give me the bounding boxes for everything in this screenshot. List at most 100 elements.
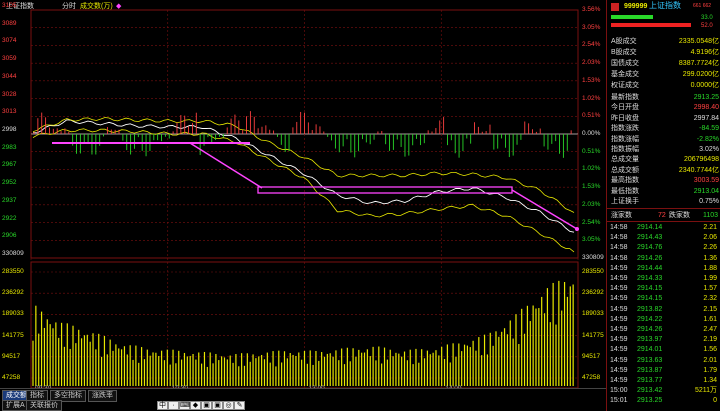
tick-volume: 2.47 [703,326,717,333]
ime-chinese-icon[interactable]: 中 [157,401,168,410]
price-tick-label: 330809 [2,250,24,257]
price-line [32,119,575,233]
breakdown-value: 0.0000亿 [690,82,719,89]
volume-tick-label-right: 141775 [582,331,604,339]
tick-time: 14:59 [610,264,628,272]
tick-row[interactable]: 14:59 2913.77 1.34 [607,375,720,385]
extension-tab[interactable]: 扩展A [2,400,29,411]
tick-price: 2914.33 [637,275,663,282]
pen-icon[interactable]: ✎ [234,401,245,410]
indicator-label[interactable]: 成交数(万) [80,3,113,10]
tick-time: 14:59 [610,295,628,303]
volume-tick-label: 47258 [2,374,21,381]
dot-icon[interactable]: · [168,401,179,410]
tick-price: 2913.97 [637,336,663,344]
info-panel: 999999 上证指数 661 662 33.0 52.0 A股成交 2335.0… [606,0,720,411]
tick-volume: 1.88 [703,264,717,272]
period-label[interactable]: 分时 [62,3,76,10]
tick-row[interactable]: 14:59 2913.82 2.15 [607,304,720,314]
tick-volume: 2.32 [703,295,717,303]
stat-value: 3003.59 [693,177,719,185]
tick-row[interactable]: 14:59 2914.01 1.56 [607,344,720,354]
tick-row[interactable]: 14:59 2913.87 1.79 [607,365,720,375]
tick-row[interactable]: 14:59 2914.33 1.99 [607,273,720,283]
tick-row[interactable]: 14:58 2914.43 2.06 [607,232,720,242]
tick-volume: 1.57 [703,285,717,293]
stat-row: 最低指数 2913.04 [607,186,720,196]
tick-row[interactable]: 14:59 2914.15 2.32 [607,293,720,303]
tick-row[interactable]: 14:59 2914.22 1.61 [607,314,720,324]
volume-tick-label-right: 47258 [582,374,601,381]
price-tick-label: 2906 [2,232,17,240]
tick-price: 2914.26 [637,326,663,333]
ratio-bar-green [611,15,653,19]
diamond-icon[interactable]: ◆ [190,401,201,410]
stat-label: 指数涨跌 [611,125,639,133]
stat-label: 今日开盘 [611,104,639,112]
up-count-label: 涨家数 [611,212,632,219]
price-tick-label: 2998 [2,126,17,133]
stat-row: 指数涨幅 -2.82% [607,134,720,144]
tick-volume: 2.06 [703,234,717,242]
quote-app: { "chart_header":{"title":"上证指数","period… [0,0,720,411]
tick-volume: 0 [713,397,717,405]
tick-time: 14:59 [610,377,628,384]
tick-time: 14:58 [610,254,628,262]
stat-label: 指数涨幅 [611,135,639,143]
stat-value: 3.02% [699,146,719,153]
grid-icon[interactable]: ▣ [201,401,212,410]
tick-row[interactable]: 14:59 2914.44 1.88 [607,263,720,273]
volume-tick-label-right: 94517 [582,352,601,360]
stat-row: 总成交额 2340.7744亿 [607,165,720,175]
tick-volume: 1.36 [703,254,717,262]
percent-tick-label: 2.54% [582,41,601,49]
tick-row[interactable]: 14:59 2913.63 2.01 [607,355,720,365]
stat-value: 0.75% [699,198,719,205]
tick-price: 2914.01 [637,346,663,354]
ratio-bar-red [611,23,691,27]
lower-band-line [32,128,575,253]
breakdown-row: A股成交 2335.0548亿 [607,36,720,47]
stat-value: -84.59 [699,125,719,133]
tick-price: 2914.22 [637,315,663,323]
tick-volume: 2.26 [703,244,717,252]
stat-row: 昨日收盘 2997.84 [607,113,720,123]
breakdown-label: 国债成交 [611,60,639,67]
tick-row[interactable]: 14:59 2913.97 2.19 [607,334,720,344]
tick-row[interactable]: 14:59 2914.26 2.47 [607,324,720,334]
stat-row: 今日开盘 2998.40 [607,102,720,112]
tick-price: 2913.87 [637,366,663,374]
tick-price: 2914.26 [637,254,663,262]
tick-price: 2914.76 [637,244,663,252]
stat-row: 指数涨跌 -84.59 [607,123,720,133]
breakdown-value: 8387.7724亿 [678,60,719,67]
percent-tick-label: 1.02% [582,165,601,173]
extension-tab[interactable]: 关联报价 [26,400,62,411]
tick-volume: 1.99 [703,275,717,282]
volume-tick-label: 236292 [2,289,24,297]
target-icon[interactable]: ◎ [223,401,234,410]
flag-icon[interactable] [611,3,619,11]
tick-list[interactable]: 14:58 2914.14 2.21 14:58 2914.43 2.06 14:58 291… [607,221,720,404]
tick-price: 2913.77 [637,377,663,384]
tick-row[interactable]: 14:59 2914.15 1.57 [607,283,720,293]
indicator-tab[interactable]: 涨跌率 [88,390,117,402]
stat-label: 指数振幅 [611,146,639,153]
grid-icon[interactable]: ▣ [212,401,223,410]
breakdown-row: 国债成交 8387.7724亿 [607,58,720,69]
tick-row[interactable]: 15:00 2913.42 5211万 [607,385,720,395]
price-tick-label: 3059 [2,55,17,63]
percent-tick-label: 3.05% [582,236,601,244]
price-tick-label: 3089 [2,19,17,27]
stat-value: 2913.04 [693,187,719,195]
breakdown-label: B股成交 [611,49,637,56]
tick-row[interactable]: 14:58 2914.14 2.21 [607,222,720,232]
keyboard-icon[interactable]: ⌨ [179,401,190,410]
volume-tick-label-right: 236292 [582,289,604,297]
percent-tick-label: 3.56% [582,6,601,13]
tick-row[interactable]: 15:01 2913.25 0 [607,395,720,405]
tick-volume: 2.19 [703,336,717,344]
price-tick-label: 2983 [2,143,17,151]
tick-row[interactable]: 14:58 2914.26 1.36 [607,253,720,263]
tick-row[interactable]: 14:58 2914.76 2.26 [607,242,720,252]
